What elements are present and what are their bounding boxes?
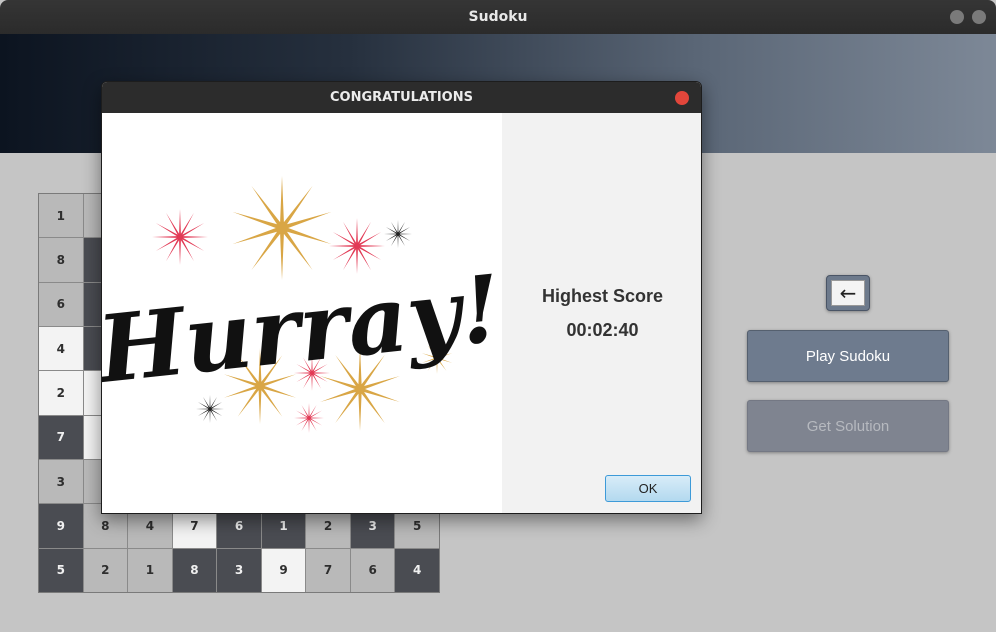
- window-title: Sudoku: [468, 9, 528, 25]
- sudoku-cell[interactable]: 7: [39, 415, 83, 459]
- sudoku-cell[interactable]: 9: [39, 504, 83, 548]
- back-button[interactable]: ←: [826, 275, 870, 311]
- sudoku-cell[interactable]: 6: [350, 548, 395, 592]
- sudoku-cell[interactable]: 1: [128, 548, 172, 592]
- dialog-body: Hurray! Highest Score 00:02:40 OK: [102, 113, 701, 513]
- sudoku-cell[interactable]: 1: [39, 194, 83, 238]
- score-panel: Highest Score 00:02:40 OK: [502, 113, 701, 513]
- get-solution-button[interactable]: Get Solution: [747, 400, 949, 452]
- sudoku-cell[interactable]: 5: [39, 548, 83, 592]
- congratulations-dialog: CONGRATULATIONS Hurray! Highest Score 00…: [101, 81, 702, 514]
- sudoku-cell[interactable]: 6: [39, 282, 83, 326]
- hurray-image: Hurray!: [102, 113, 502, 513]
- sudoku-cell[interactable]: 8: [39, 238, 83, 282]
- sparkle-star: [232, 176, 332, 280]
- sparkle-star: [294, 403, 324, 433]
- sudoku-cell[interactable]: 4: [39, 326, 83, 371]
- hurray-text: Hurray!: [102, 254, 502, 404]
- sudoku-cell[interactable]: 3: [39, 459, 83, 504]
- ok-button[interactable]: OK: [605, 475, 691, 502]
- dialog-close-button[interactable]: [675, 91, 689, 105]
- sparkle-star: [384, 220, 412, 248]
- minimize-button[interactable]: [950, 10, 964, 24]
- sudoku-cell[interactable]: 8: [172, 548, 217, 592]
- sudoku-cell[interactable]: 3: [217, 548, 261, 592]
- sparkle-star: [196, 395, 224, 423]
- dialog-title: CONGRATULATIONS: [330, 90, 473, 105]
- window-titlebar: Sudoku: [0, 0, 996, 34]
- sudoku-cell[interactable]: 2: [39, 371, 83, 415]
- back-arrow-icon: ←: [831, 280, 865, 306]
- close-window-button[interactable]: [972, 10, 986, 24]
- play-sudoku-button[interactable]: Play Sudoku: [747, 330, 949, 382]
- dialog-titlebar: CONGRATULATIONS: [102, 82, 701, 113]
- highest-score-value: 00:02:40: [566, 320, 639, 340]
- sparkle-star: [152, 209, 208, 265]
- sudoku-cell[interactable]: 4: [395, 548, 439, 592]
- sparkle-star: [329, 218, 385, 274]
- sudoku-cell[interactable]: 7: [306, 548, 350, 592]
- sudoku-cell[interactable]: 2: [83, 548, 128, 592]
- hurray-illustration: Hurray!: [102, 176, 502, 433]
- sudoku-cell[interactable]: 9: [261, 548, 306, 592]
- app-window: Sudoku 1864273984761235521839764 ← Play …: [0, 0, 996, 632]
- highest-score-label: Highest Score: [541, 286, 664, 306]
